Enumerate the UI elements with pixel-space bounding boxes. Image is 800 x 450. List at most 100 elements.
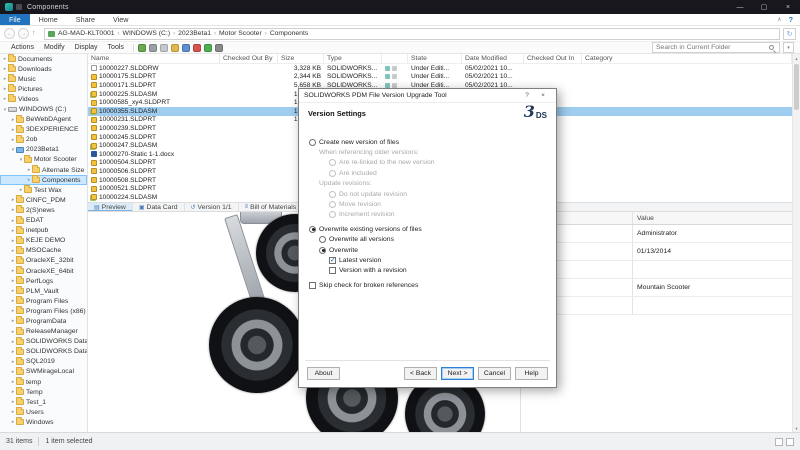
menu-display[interactable]: Display: [70, 44, 103, 51]
up-button[interactable]: ↑: [32, 30, 41, 37]
sidebar-item-bewebdagent[interactable]: ▸BeWebDAgent: [0, 115, 87, 125]
column-header-state[interactable]: State: [408, 54, 462, 63]
sidebar-item-edat[interactable]: ▸EDAT: [0, 216, 87, 226]
sidebar-item-swmiragelocal[interactable]: ▸SWMirageLocal: [0, 367, 87, 377]
sidebar-item-program-files-x86[interactable]: ▸Program Files (x86): [0, 306, 87, 316]
radio-checked[interactable]: [309, 226, 316, 233]
dialog-titlebar[interactable]: SOLIDWORKS PDM File Version Upgrade Tool…: [299, 89, 556, 103]
column-header-checked-out-in[interactable]: Checked Out In: [524, 54, 582, 63]
thumbnail-view-icon[interactable]: [786, 438, 794, 446]
radio-checked[interactable]: [319, 247, 326, 254]
column-header-type[interactable]: Type: [324, 54, 382, 63]
column-header-category[interactable]: Category: [582, 54, 792, 63]
breadcrumb-item-windows-c[interactable]: WINDOWS (C:): [123, 30, 171, 37]
breadcrumb-item-2023beta1[interactable]: 2023Beta1: [178, 30, 211, 37]
option-overwrite-all-versions[interactable]: Overwrite all versions: [309, 235, 548, 245]
scroll-up-icon[interactable]: ▲: [793, 54, 800, 62]
sidebar-item-windows-c[interactable]: ▾WINDOWS (C:): [0, 104, 87, 114]
column-header-checked-out-by[interactable]: Checked Out By: [220, 54, 278, 63]
sidebar-item-solidworks-data-2[interactable]: ▸SOLIDWORKS Data (2): [0, 347, 87, 357]
sidebar-item-temp[interactable]: ▸temp: [0, 377, 87, 387]
sidebar-item-msocache[interactable]: ▸MSOCache: [0, 246, 87, 256]
sidebar-item-test-wax[interactable]: ▸Test Wax: [0, 185, 87, 195]
sidebar-item-inetpub[interactable]: ▸inetpub: [0, 226, 87, 236]
sidebar-item-solidworks-data[interactable]: ▸SOLIDWORKS Data: [0, 337, 87, 347]
tab-preview[interactable]: ▤Preview: [88, 203, 133, 211]
sidebar-item-program-files[interactable]: ▸Program Files: [0, 296, 87, 306]
check-out-icon[interactable]: [171, 44, 179, 52]
next-button[interactable]: Next >: [441, 367, 474, 380]
vertical-scrollbar[interactable]: ▲ ▼: [792, 54, 800, 432]
sidebar-item-users[interactable]: ▸Users: [0, 407, 87, 417]
sidebar-item-videos[interactable]: ▸Videos: [0, 94, 87, 104]
back-button[interactable]: ←: [4, 28, 15, 39]
print-icon[interactable]: [215, 44, 223, 52]
dialog-help-icon[interactable]: ?: [519, 90, 535, 101]
breadcrumb[interactable]: AG-MAD-KLT0001›WINDOWS (C:)›2023Beta1›Mo…: [44, 28, 780, 40]
maximize-button[interactable]: ▢: [752, 0, 776, 14]
option-overwrite[interactable]: Overwrite: [309, 245, 548, 255]
breadcrumb-item-components[interactable]: Components: [270, 30, 309, 37]
add-to-vault-icon[interactable]: [138, 44, 146, 52]
sidebar-item-test-1[interactable]: ▸Test_1: [0, 397, 87, 407]
breadcrumb-item-motor-scooter[interactable]: Motor Scooter: [219, 30, 262, 37]
sidebar-item-cinfc-pdm[interactable]: ▸CINFC_PDM: [0, 195, 87, 205]
option-latest-version[interactable]: Latest version: [309, 255, 548, 265]
property-row[interactable]: Mountain Scooter: [521, 279, 792, 297]
column-header-size[interactable]: Size: [278, 54, 324, 63]
sidebar-item-keje-demo[interactable]: ▸KEJE DEMO: [0, 236, 87, 246]
sidebar-item-perflogs[interactable]: ▸PerfLogs: [0, 276, 87, 286]
file-row-10000175-sldprt[interactable]: 10000175.SLDPRT2,344 KBSOLIDWORKS...Unde…: [88, 73, 792, 82]
ribbon-tab-home[interactable]: Home: [30, 14, 67, 25]
close-button[interactable]: ×: [776, 0, 800, 14]
scroll-down-icon[interactable]: ▼: [793, 424, 800, 432]
file-row-10000227-slddrw[interactable]: 10000227.SLDDRW3,328 KBSOLIDWORKS...Unde…: [88, 64, 792, 73]
approve-icon[interactable]: [204, 44, 212, 52]
sidebar-item-sql2019[interactable]: ▸SQL2019: [0, 357, 87, 367]
sidebar-item-releasemanager[interactable]: ▸ReleaseManager: [0, 327, 87, 337]
search-options-button[interactable]: ▾: [783, 42, 794, 53]
menu-modify[interactable]: Modify: [39, 44, 70, 51]
scrollbar-thumb[interactable]: [794, 64, 799, 110]
ribbon-help-icon[interactable]: ?: [789, 15, 793, 24]
radio-unchecked[interactable]: [309, 139, 316, 146]
option-version-with-a-revision[interactable]: Version with a revision: [309, 266, 548, 276]
breadcrumb-item-ag-mad-klt0001[interactable]: AG-MAD-KLT0001: [58, 30, 115, 37]
tab-data-card[interactable]: ▣Data Card: [133, 203, 185, 211]
search-box[interactable]: [652, 42, 780, 53]
dialog-close-icon[interactable]: ×: [535, 90, 551, 101]
option-overwrite-existing-versions-of-files[interactable]: Overwrite existing versions of files: [309, 224, 548, 234]
minimize-button[interactable]: —: [728, 0, 752, 14]
copy-icon[interactable]: [149, 44, 157, 52]
sidebar-item-programdata[interactable]: ▸ProgramData: [0, 316, 87, 326]
radio-unchecked[interactable]: [319, 236, 326, 243]
sidebar-item-music[interactable]: ▸Music: [0, 74, 87, 84]
property-row[interactable]: [521, 297, 792, 315]
forward-button[interactable]: →: [18, 28, 29, 39]
sidebar-item-plm-vault[interactable]: ▸PLM_Vault: [0, 286, 87, 296]
sidebar-item-documents[interactable]: ▸Documents: [0, 54, 87, 64]
back-button-dialog[interactable]: < Back: [404, 367, 437, 380]
checkbox-unchecked[interactable]: [309, 282, 316, 289]
tab-version-1-1[interactable]: ↺Version 1/1: [185, 203, 239, 211]
sidebar-item-3dexperience[interactable]: ▸3DEXPERIENCE: [0, 125, 87, 135]
sidebar-item-downloads[interactable]: ▸Downloads: [0, 64, 87, 74]
check-in-icon[interactable]: [182, 44, 190, 52]
details-view-icon[interactable]: [775, 438, 783, 446]
option-create-new-version-of-files[interactable]: Create new version of files: [309, 137, 548, 147]
search-input[interactable]: [656, 44, 767, 51]
help-button[interactable]: Help: [515, 367, 548, 380]
sidebar-item-2023beta1[interactable]: ▾2023Beta1: [0, 145, 87, 155]
tab-bill-of-materials[interactable]: ≡Bill of Materials: [239, 203, 304, 211]
checkbox-unchecked[interactable]: [329, 267, 336, 274]
ribbon-collapse-icon[interactable]: ∧: [777, 16, 781, 23]
column-header-name[interactable]: Name: [88, 54, 220, 63]
checkbox-checked[interactable]: [329, 257, 336, 264]
property-row[interactable]: Administrator: [521, 225, 792, 243]
sidebar-item-motor-scooter[interactable]: ▾Motor Scooter: [0, 155, 87, 165]
ribbon-tab-share[interactable]: Share: [67, 14, 104, 25]
sidebar-item-alternate-size[interactable]: ▸Alternate Size: [0, 165, 87, 175]
ribbon-tab-view[interactable]: View: [104, 14, 137, 25]
sidebar-item-oraclexe-64bit[interactable]: ▸OracleXE_64bit: [0, 266, 87, 276]
property-row[interactable]: [521, 261, 792, 279]
